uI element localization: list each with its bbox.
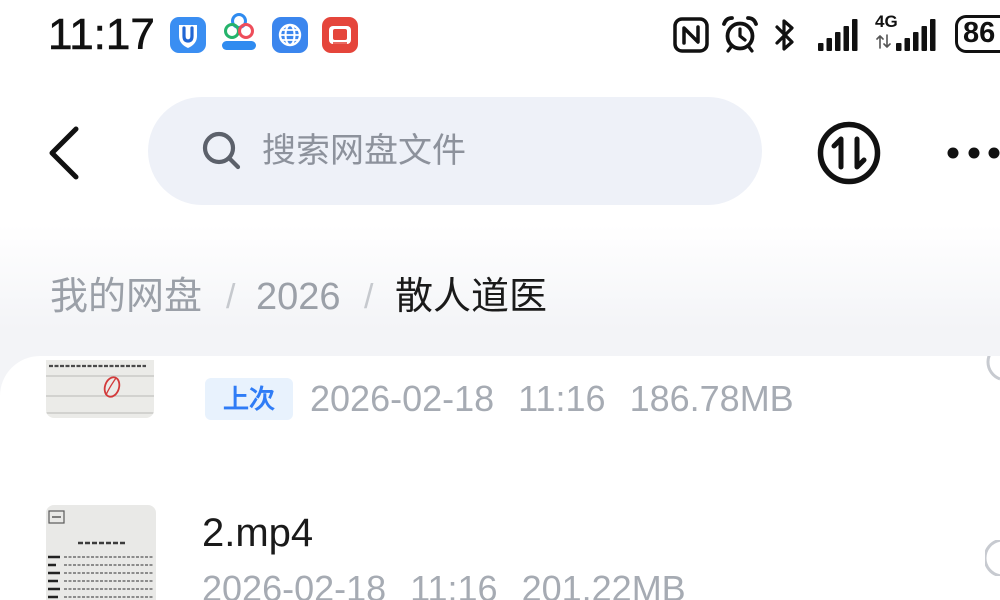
file-list: 上次 2026-02-18 11:16 186.78MB 2.mp4 2026-… <box>0 356 1000 600</box>
signal-4g-icon <box>894 14 940 52</box>
nfc-icon <box>672 16 710 54</box>
file-thumbnail <box>46 505 156 600</box>
breadcrumb-item-year[interactable]: 2026 <box>256 274 341 320</box>
status-time: 11:17 <box>48 10 155 60</box>
file-row[interactable]: 上次 2026-02-18 11:16 186.78MB <box>0 356 1000 466</box>
globe-app-icon <box>272 17 308 53</box>
bluetooth-icon <box>772 16 798 54</box>
battery-icon: 86 <box>955 15 1000 53</box>
transfer-icon[interactable] <box>814 118 884 188</box>
circles-app-icon <box>220 12 258 52</box>
search-input[interactable] <box>262 97 732 205</box>
file-date: 2026-02-18 <box>202 568 387 600</box>
file-date: 2026-02-18 <box>310 378 495 419</box>
battery-level: 86 <box>963 17 996 49</box>
last-opened-badge: 上次 <box>205 378 293 420</box>
file-size: 186.78MB <box>629 378 794 419</box>
more-icon[interactable] <box>940 142 1000 164</box>
shield-app-icon <box>170 17 206 53</box>
breadcrumb-item-root[interactable]: 我的网盘 <box>50 274 202 320</box>
breadcrumb-item-current: 散人道医 <box>395 276 548 318</box>
back-button[interactable] <box>44 124 84 182</box>
select-radio[interactable] <box>986 356 1000 384</box>
alarm-icon <box>720 14 760 54</box>
data-activity-icon <box>876 33 892 50</box>
file-name: 2.mp4 <box>202 511 314 555</box>
file-meta: 2026-02-18 11:16 186.78MB <box>310 378 794 420</box>
file-row[interactable]: 2.mp4 2026-02-18 11:16 201.22MB <box>0 486 1000 600</box>
book-app-icon <box>322 17 358 53</box>
file-time: 11:16 <box>410 568 498 600</box>
select-radio[interactable] <box>985 540 1000 576</box>
file-time: 11:16 <box>518 378 606 419</box>
file-size: 201.22MB <box>521 568 686 600</box>
breadcrumb-separator: / <box>364 278 374 316</box>
signal-icon <box>816 14 862 52</box>
search-icon <box>200 129 244 173</box>
file-thumbnail <box>46 360 154 418</box>
chevron-left-icon <box>44 124 84 182</box>
breadcrumb-separator: / <box>226 278 236 316</box>
status-bar: 11:17 4G 86 <box>0 0 1000 70</box>
search-bar[interactable] <box>148 97 762 205</box>
file-meta: 2026-02-18 11:16 201.22MB <box>202 566 686 600</box>
